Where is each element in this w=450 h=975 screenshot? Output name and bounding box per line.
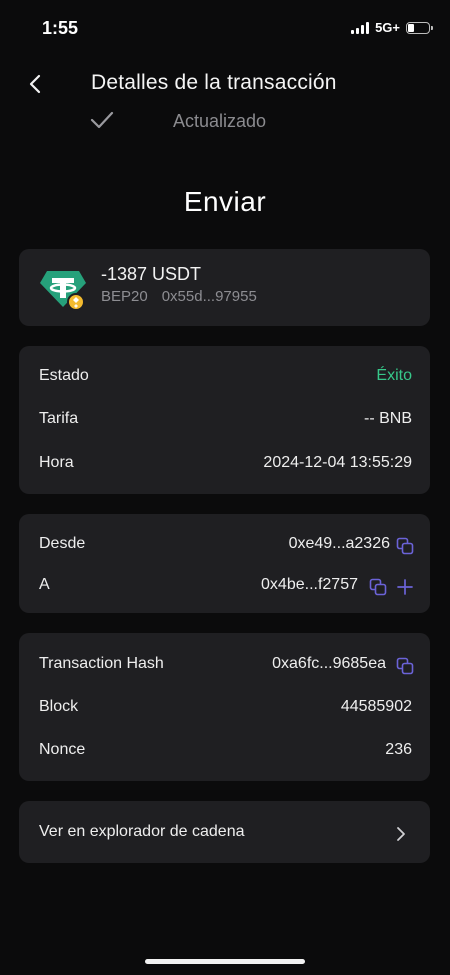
parties-card [19, 514, 430, 613]
transaction-type-heading: Enviar [183, 186, 267, 217]
status-indicators: 5G+ [351, 20, 433, 35]
token-network: BEP20 [101, 288, 148, 305]
back-arrow-icon[interactable] [26, 72, 48, 96]
token-amount: -1387 USDT [101, 264, 202, 284]
tether-icon [40, 271, 86, 311]
from-address: 0xe49...a2326 [288, 535, 390, 552]
explorer-label: Ver en explorador de cadena [39, 823, 245, 840]
copy-icon[interactable] [396, 537, 414, 555]
signal-icon [351, 21, 370, 34]
from-label: Desde [39, 535, 86, 552]
tx-hash-label: Transaction Hash [39, 655, 164, 672]
copy-icon[interactable] [396, 657, 414, 675]
status-value: Éxito [376, 367, 412, 384]
time-value: 2024-12-04 13:55:29 [263, 454, 412, 471]
nonce-value: 236 [385, 741, 412, 758]
fee-value: -- BNB [364, 410, 412, 427]
page-title: Detalles de la transacción [91, 71, 337, 94]
token-subinfo: BEP20 0x55d...97955 [101, 288, 257, 305]
time-label: Hora [39, 454, 74, 471]
status-time: 1:55 [42, 18, 79, 38]
fee-label: Tarifa [39, 410, 79, 427]
nonce-label: Nonce [39, 741, 86, 758]
block-label: Block [39, 698, 79, 715]
status-label: Estado [39, 367, 89, 384]
copy-icon[interactable] [369, 578, 387, 596]
updated-status: Actualizado [173, 111, 267, 131]
home-indicator [145, 959, 305, 964]
tx-hash-value: 0xa6fc...9685ea [272, 655, 386, 672]
chevron-right-icon [397, 827, 405, 841]
to-label: A [39, 576, 50, 593]
network-type: 5G+ [375, 20, 400, 35]
plus-icon[interactable] [397, 579, 413, 595]
block-value: 44585902 [340, 698, 412, 715]
token-address: 0x55d...97955 [161, 288, 257, 305]
to-address: 0x4be...f2757 [261, 576, 358, 593]
checkmark-icon [90, 111, 114, 129]
battery-icon [406, 21, 433, 34]
